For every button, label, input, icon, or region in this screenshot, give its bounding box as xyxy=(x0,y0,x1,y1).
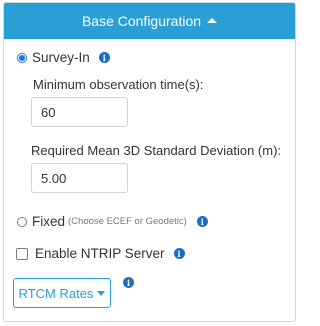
caret-up-icon xyxy=(207,17,218,23)
caret-down-icon xyxy=(97,290,106,296)
fixed-label: Fixed xyxy=(32,214,66,229)
rtcm-rates-button[interactable]: RTCM Rates xyxy=(13,278,111,308)
survey-in-info-icon[interactable]: i xyxy=(98,52,110,63)
survey-in-option[interactable]: Survey-In i xyxy=(17,50,110,65)
rtcm-rates-label: RTCM Rates xyxy=(18,285,94,301)
min-observation-time-input[interactable] xyxy=(31,97,128,127)
base-configuration-header[interactable]: Base Configuration xyxy=(4,3,295,39)
fixed-info-icon[interactable]: i xyxy=(196,216,208,227)
fixed-hint: (Choose ECEF or Geodetic) xyxy=(68,216,187,227)
survey-in-radio[interactable] xyxy=(17,52,27,63)
std-deviation-input[interactable] xyxy=(31,163,128,193)
panel-title: Base Configuration xyxy=(81,13,202,29)
enable-ntrip-label: Enable NTRIP Server xyxy=(35,246,165,261)
enable-ntrip-checkbox[interactable] xyxy=(16,247,28,260)
min-observation-time-label: Minimum observation time(s): xyxy=(33,77,204,92)
std-deviation-label: Required Mean 3D Standard Deviation (m): xyxy=(31,143,282,158)
fixed-radio[interactable] xyxy=(17,216,27,227)
enable-ntrip-option[interactable]: Enable NTRIP Server i xyxy=(16,246,185,261)
rtcm-info-icon[interactable]: i xyxy=(123,277,134,288)
fixed-option[interactable]: Fixed (Choose ECEF or Geodetic) i xyxy=(17,214,208,229)
ntrip-info-icon[interactable]: i xyxy=(173,248,185,259)
survey-in-label: Survey-In xyxy=(32,50,90,65)
